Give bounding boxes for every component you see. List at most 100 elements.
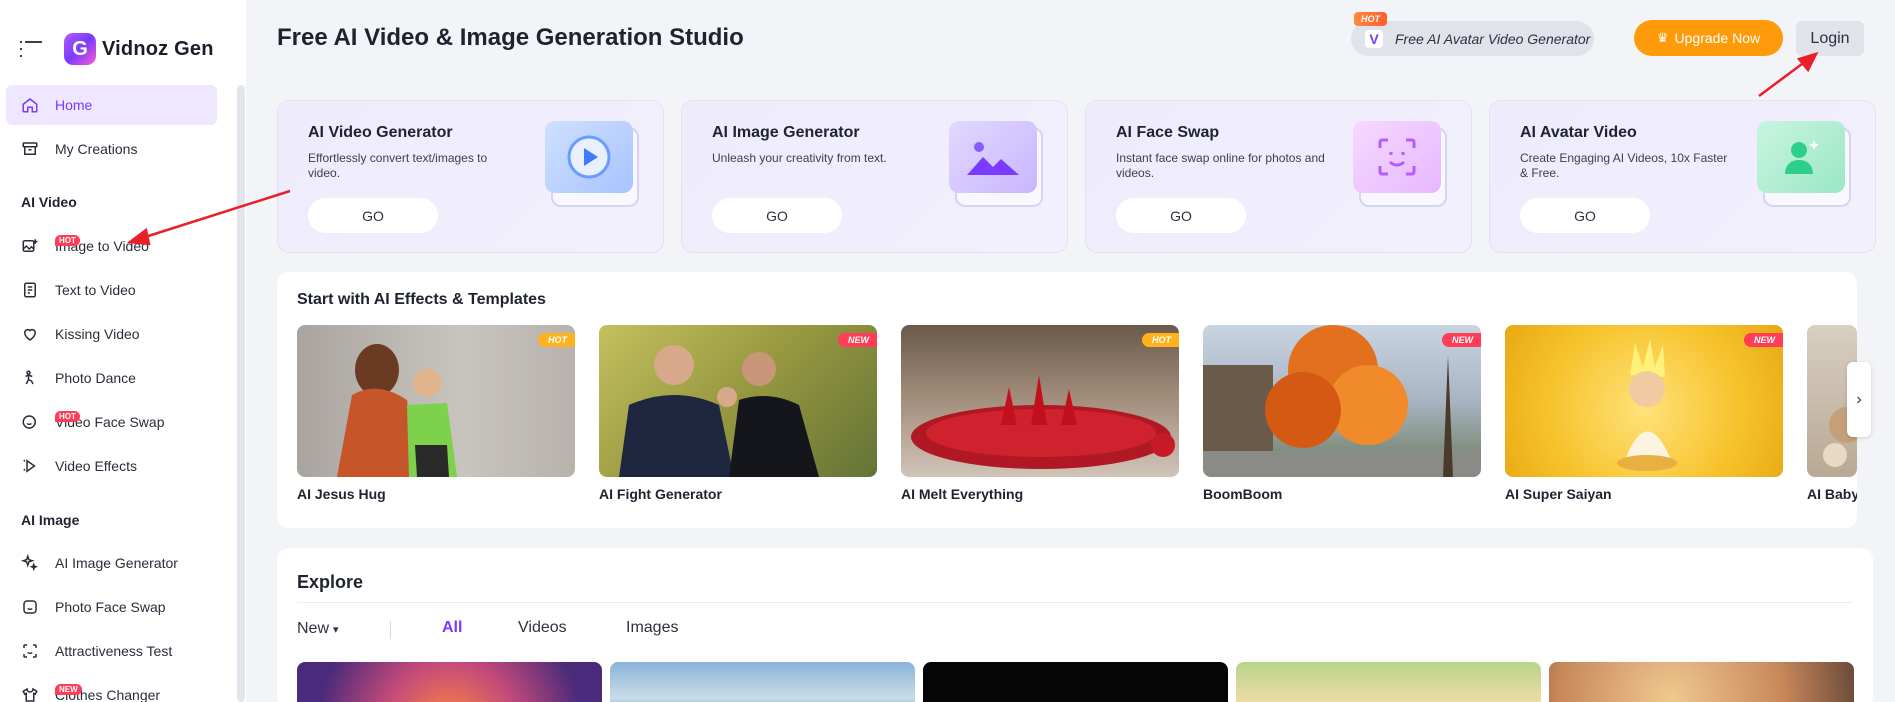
feature-card-ai-face-swap[interactable]: AI Face Swap Instant face swap online fo…	[1085, 100, 1472, 253]
sort-dropdown[interactable]: New ▾	[297, 620, 339, 638]
chevron-down-icon: ▾	[333, 623, 339, 636]
sidebar-header: G Vidnoz Gen	[0, 0, 246, 98]
sort-label: New	[297, 620, 330, 637]
effect-tile-boomboom[interactable]: NEW	[1203, 325, 1481, 477]
sidebar-item-image-to-video[interactable]: HOT Image to Video	[6, 226, 217, 266]
fight-thumbnail	[599, 325, 877, 477]
melt-thumbnail	[911, 375, 1175, 469]
explore-tile[interactable]	[610, 662, 915, 702]
effect-tile-ai-fight-generator[interactable]: NEW	[599, 325, 877, 477]
hot-badge: HOT	[55, 235, 80, 246]
sidebar-item-clothes-changer[interactable]: NEW Clothes Changer	[6, 675, 217, 702]
feature-title: AI Image Generator	[712, 124, 860, 141]
hot-badge: HOT	[538, 333, 575, 347]
sidebar-item-text-to-video[interactable]: Text to Video	[6, 270, 217, 310]
sidebar-item-label: Kissing Video	[55, 326, 140, 342]
login-button[interactable]: Login	[1796, 21, 1864, 56]
vidnoz-v-icon: V	[1365, 29, 1383, 48]
effect-name[interactable]: AI Super Saiyan	[1505, 486, 1612, 502]
divider	[297, 602, 1853, 603]
feature-title: AI Video Generator	[308, 124, 453, 141]
sidebar: G Vidnoz Gen Home My Creations AI Video …	[0, 0, 246, 702]
new-badge: NEW	[55, 684, 82, 695]
sidebar-item-attractiveness-test[interactable]: Attractiveness Test	[6, 631, 217, 671]
sidebar-item-video-effects[interactable]: Video Effects	[6, 446, 217, 486]
sparkles-icon	[21, 554, 39, 572]
hot-badge: HOT	[55, 411, 80, 422]
chevron-right-icon: ›	[1856, 390, 1862, 408]
crown-icon: ♛	[1656, 30, 1669, 45]
sidebar-item-video-face-swap[interactable]: HOT Video Face Swap	[6, 402, 217, 442]
explosion-thumbnail	[1203, 325, 1481, 477]
new-badge: NEW	[838, 333, 877, 347]
divider	[390, 621, 391, 639]
sidebar-item-label: Text to Video	[55, 282, 136, 298]
explore-title: Explore	[297, 572, 364, 592]
sidebar-item-label: My Creations	[55, 141, 138, 157]
scan-face-icon	[21, 642, 39, 660]
go-button[interactable]: GO	[1520, 198, 1650, 233]
archive-icon	[21, 140, 39, 158]
explore-tile[interactable]	[297, 662, 602, 702]
tab-videos[interactable]: Videos	[518, 619, 567, 637]
go-button[interactable]: GO	[1116, 198, 1246, 233]
explore-tile[interactable]	[923, 662, 1228, 702]
sidebar-item-kissing-video[interactable]: Kissing Video	[6, 314, 217, 354]
explore-section: Explore New ▾ All Videos Images	[277, 548, 1873, 702]
sidebar-item-photo-dance[interactable]: Photo Dance	[6, 358, 217, 398]
tab-all[interactable]: All	[442, 619, 462, 637]
person-dance-icon	[21, 369, 39, 387]
upgrade-label: Upgrade Now	[1674, 30, 1761, 46]
effects-templates-section: Start with AI Effects & Templates HOT AI…	[277, 272, 1857, 528]
sidebar-item-photo-face-swap[interactable]: Photo Face Swap	[6, 587, 217, 627]
logo-mark-icon: G	[64, 33, 96, 65]
feature-card-ai-video-generator[interactable]: AI Video Generator Effortlessly convert …	[277, 100, 664, 253]
mountain-image-icon	[949, 121, 1043, 207]
face-swap-icon: HOT	[21, 411, 80, 431]
app-logo[interactable]: G Vidnoz Gen	[64, 33, 214, 65]
explore-tile[interactable]	[1236, 662, 1541, 702]
sidebar-item-my-creations[interactable]: My Creations	[6, 129, 217, 169]
play-video-icon	[545, 121, 639, 207]
sidebar-item-label: Photo Dance	[55, 370, 136, 386]
go-button[interactable]: GO	[308, 198, 438, 233]
carousel-next-button[interactable]: ›	[1847, 362, 1871, 437]
promo-label: Free AI Avatar Video Generator	[1395, 30, 1591, 47]
heart-icon	[21, 325, 39, 343]
feature-desc: Unleash your creativity from text.	[712, 151, 887, 165]
go-button[interactable]: GO	[712, 198, 842, 233]
effect-tile-ai-melt-everything[interactable]: HOT	[901, 325, 1179, 477]
effect-name[interactable]: AI Fight Generator	[599, 486, 722, 502]
feature-desc: Create Engaging AI Videos, 10x Faster & …	[1520, 151, 1728, 180]
section-title-ai-image: AI Image	[21, 512, 80, 528]
sidebar-item-ai-image-generator[interactable]: AI Image Generator	[6, 543, 217, 583]
effect-name[interactable]: AI Melt Everything	[901, 486, 1023, 502]
feature-title: AI Avatar Video	[1520, 124, 1637, 141]
effects-section-title: Start with AI Effects & Templates	[297, 291, 546, 308]
sidebar-item-home[interactable]: Home	[6, 85, 217, 125]
feature-title: AI Face Swap	[1116, 124, 1220, 141]
effect-name[interactable]: AI Baby	[1807, 486, 1857, 502]
promo-hot-badge: HOT	[1354, 12, 1387, 26]
upgrade-now-button[interactable]: ♛ Upgrade Now	[1634, 20, 1783, 56]
sidebar-item-label: Attractiveness Test	[55, 643, 173, 659]
shirt-icon: NEW	[21, 684, 82, 702]
feature-desc: Effortlessly convert text/images to vide…	[308, 151, 488, 180]
hot-badge: HOT	[1142, 333, 1179, 347]
feature-card-ai-image-generator[interactable]: AI Image Generator Unleash your creativi…	[681, 100, 1068, 253]
feature-desc: Instant face swap online for photos and …	[1116, 151, 1325, 180]
super-saiyan-thumbnail	[1617, 339, 1677, 471]
explore-tile[interactable]	[1549, 662, 1854, 702]
effect-name[interactable]: BoomBoom	[1203, 486, 1282, 502]
new-badge: NEW	[1442, 333, 1481, 347]
sidebar-scrollbar[interactable]	[237, 85, 245, 702]
effect-tile-ai-jesus-hug[interactable]: HOT	[297, 325, 575, 477]
effect-name[interactable]: AI Jesus Hug	[297, 486, 386, 502]
hamburger-menu-icon[interactable]	[20, 41, 42, 57]
tab-images[interactable]: Images	[626, 619, 678, 637]
avatar-video-generator-link[interactable]: V Free AI Avatar Video Generator	[1351, 21, 1594, 56]
effect-tile-ai-super-saiyan[interactable]: NEW	[1505, 325, 1783, 477]
sidebar-item-label: Video Effects	[55, 458, 137, 474]
feature-card-ai-avatar-video[interactable]: AI Avatar Video Create Engaging AI Video…	[1489, 100, 1876, 253]
image-plus-icon: HOT	[21, 235, 80, 255]
